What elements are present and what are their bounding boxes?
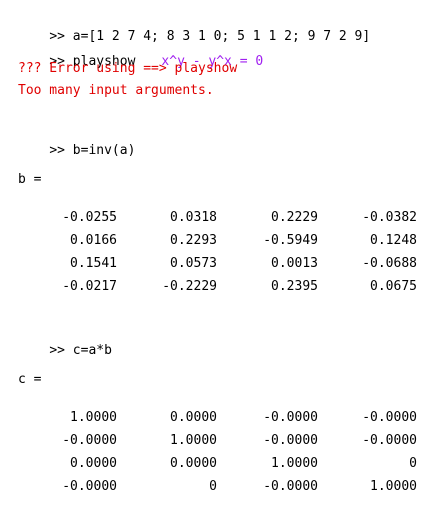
matrix-cell: 0.0000 [70, 456, 117, 471]
matrix-cell: 0.0013 [271, 256, 318, 271]
command-text: c=a*b [64, 343, 112, 358]
matrix-row: -0.0217 -0.2229 0.2395 0.0675 [0, 279, 436, 295]
matrix-cell: -0.5949 [263, 233, 318, 248]
output-label: c = [18, 372, 42, 387]
matrix-cell: 0.0675 [370, 279, 417, 294]
matrix-row: 0.0166 0.2293 -0.5949 0.1248 [0, 233, 436, 249]
matrix-cell: 0.0000 [170, 410, 217, 425]
matrix-cell: -0.0000 [263, 433, 318, 448]
matrix-cell: 1.0000 [170, 433, 217, 448]
matrix-cell: 0.1541 [70, 256, 117, 271]
matrix-cell: 0.2395 [271, 279, 318, 294]
matrix-cell: 1.0000 [70, 410, 117, 425]
command-line: >> b=inv(a) [18, 127, 135, 175]
matrix-cell: -0.0255 [62, 210, 117, 225]
output-label: b = [18, 172, 42, 187]
prompt: >> [49, 343, 65, 358]
matrix-cell: 0.1248 [370, 233, 417, 248]
matrix-cell: -0.0000 [362, 433, 417, 448]
matrix-cell: -0.0000 [263, 479, 318, 494]
matrix-cell: 0 [209, 479, 217, 494]
command-line: >> c=a*b [18, 327, 112, 375]
matrix-cell: -0.0688 [362, 256, 417, 271]
matrix-row: -0.0255 0.0318 0.2229 -0.0382 [0, 210, 436, 226]
matrix-cell: -0.0217 [62, 279, 117, 294]
matrix-cell: -0.0000 [362, 410, 417, 425]
matrix-cell: 0.0000 [170, 456, 217, 471]
matrix-cell: -0.0000 [62, 433, 117, 448]
matrix-cell: 0.0166 [70, 233, 117, 248]
command-text: b=inv(a) [64, 143, 136, 158]
matrix-cell: 0.0318 [170, 210, 217, 225]
prompt: >> [49, 143, 65, 158]
matrix-row: -0.0000 0 -0.0000 1.0000 [0, 479, 436, 495]
matrix-cell: 0.0573 [170, 256, 217, 271]
matrix-cell: -0.0382 [362, 210, 417, 225]
matrix-cell: 0.2293 [170, 233, 217, 248]
matrix-cell: 0 [409, 456, 417, 471]
matrix-cell: -0.2229 [162, 279, 217, 294]
matrix-row: -0.0000 1.0000 -0.0000 -0.0000 [0, 433, 436, 449]
matrix-row: 1.0000 0.0000 -0.0000 -0.0000 [0, 410, 436, 426]
command-window[interactable]: >> a=[1 2 7 4; 8 3 1 0; 5 1 1 2; 9 7 2 9… [0, 0, 436, 515]
matrix-row: 0.0000 0.0000 1.0000 0 [0, 456, 436, 472]
error-message: Too many input arguments. [18, 83, 214, 98]
matrix-cell: 1.0000 [370, 479, 417, 494]
matrix-row: 0.1541 0.0573 0.0013 -0.0688 [0, 256, 436, 272]
matrix-cell: -0.0000 [62, 479, 117, 494]
matrix-cell: 0.2229 [271, 210, 318, 225]
matrix-cell: -0.0000 [263, 410, 318, 425]
matrix-cell: 1.0000 [271, 456, 318, 471]
error-message: ??? Error using ==> playshow [18, 61, 238, 76]
